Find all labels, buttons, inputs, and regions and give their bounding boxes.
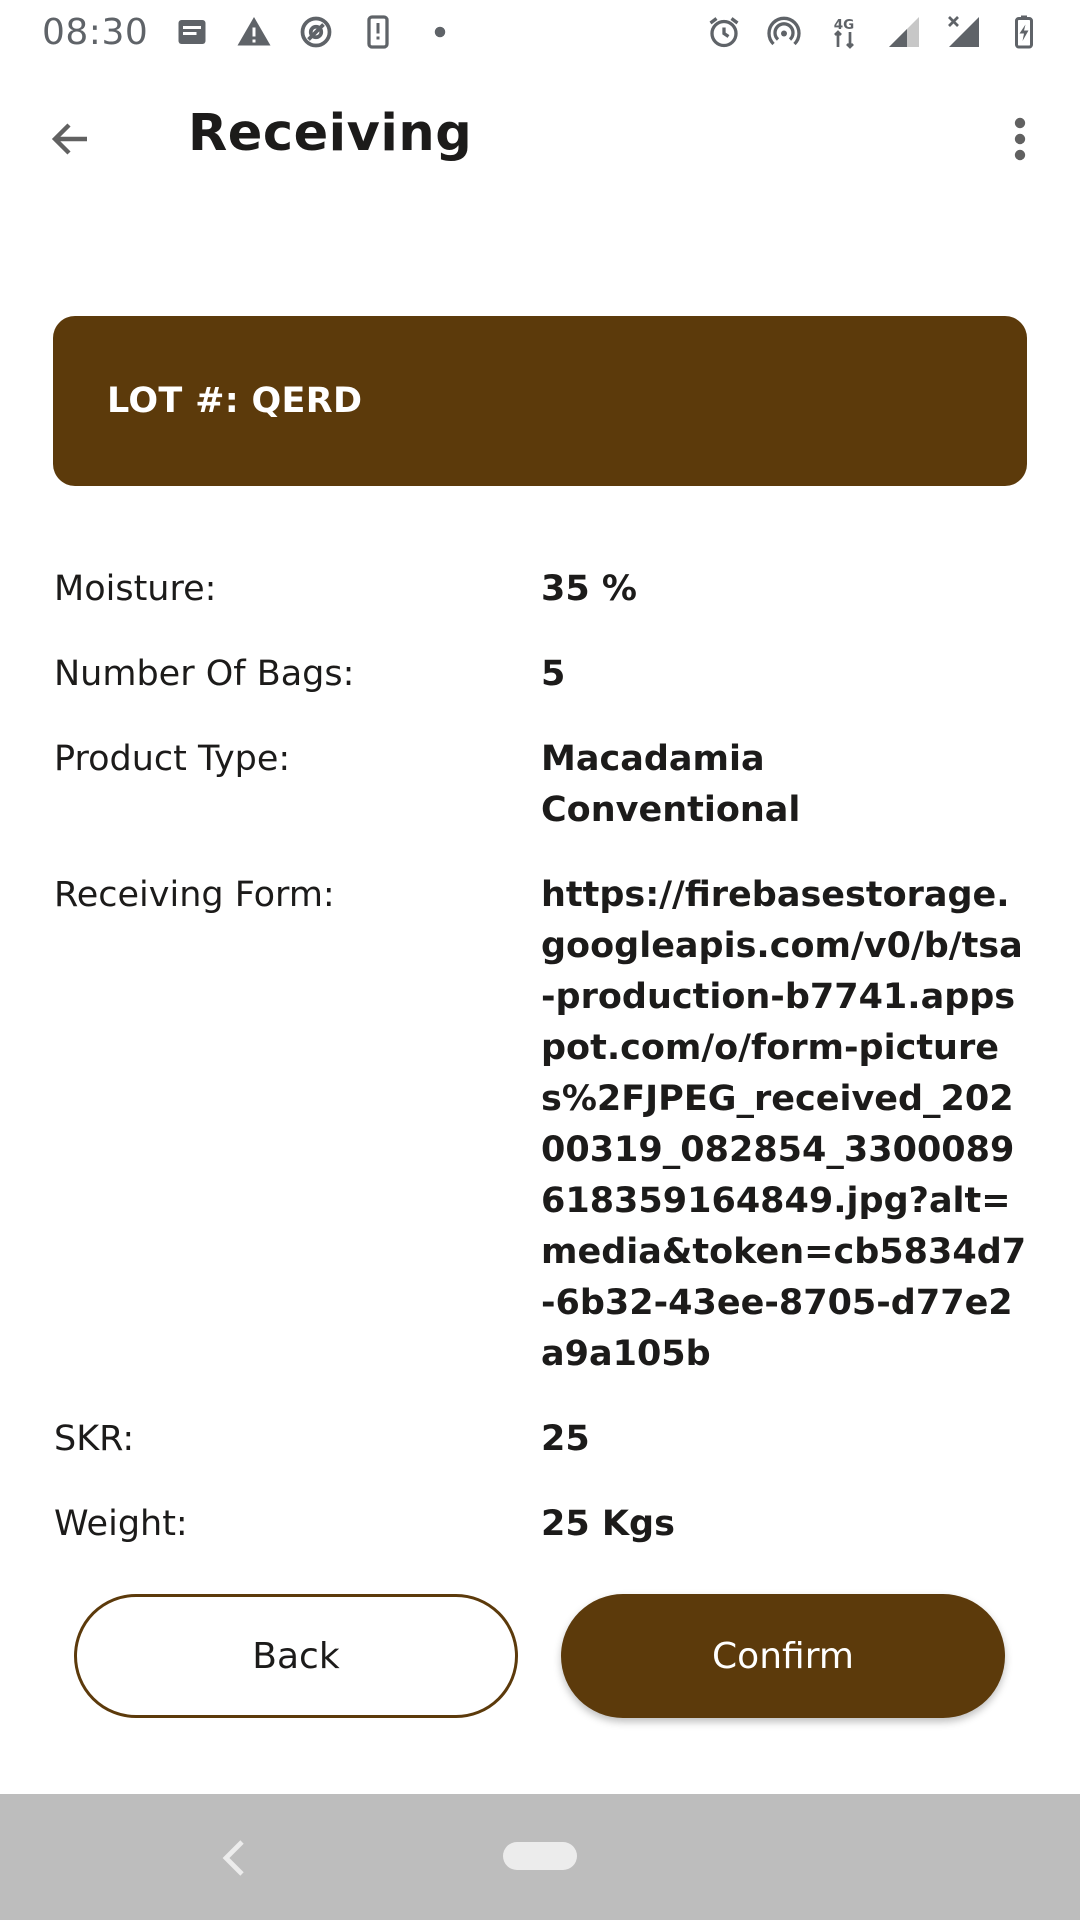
system-back-icon[interactable] <box>214 1834 254 1882</box>
overflow-menu-button[interactable] <box>990 104 1050 174</box>
more-vert-icon <box>1014 117 1026 161</box>
receiving-form-url: https://firebasestorage.googleapis.com/v… <box>541 875 1027 1374</box>
detail-row-number-of-bags: Number Of Bags: 5 <box>54 649 1034 700</box>
signal-strength-icon <box>886 14 922 50</box>
detail-label: Receiving Form: <box>54 875 335 915</box>
status-right: 4G <box>706 14 1080 50</box>
detail-value: 25 Kgs <box>541 1504 675 1544</box>
battery-charging-icon <box>1006 14 1042 50</box>
phone-alert-icon <box>360 14 396 50</box>
detail-label: Number Of Bags: <box>54 654 355 694</box>
detail-row-product-type: Product Type: Macadamia Conventional <box>54 734 1034 836</box>
network-4g-label: 4G <box>834 17 854 33</box>
detail-label: Moisture: <box>54 569 217 609</box>
arrow-left-icon <box>51 123 87 155</box>
detail-row-weight: Weight: 25 Kgs <box>54 1499 1034 1550</box>
back-button[interactable]: Back <box>74 1594 518 1718</box>
detail-value: 5 <box>541 654 566 694</box>
detail-value: 25 <box>541 1419 590 1459</box>
detail-label: Product Type: <box>54 739 291 779</box>
page-title: Receiving <box>188 104 473 163</box>
detail-value: 35 % <box>541 569 637 609</box>
status-left: 08:30 <box>0 12 458 53</box>
app-bar: Receiving <box>0 64 1080 214</box>
lot-banner: LOT #: QERD <box>53 316 1027 486</box>
more-notifications-dot-icon <box>422 14 458 50</box>
alarm-icon <box>706 14 742 50</box>
system-nav-bar <box>0 1794 1080 1920</box>
details-list: Moisture: 35 % Number Of Bags: 5 Product… <box>54 564 1034 1584</box>
detail-row-skr: SKR: 25 <box>54 1414 1034 1465</box>
network-4g-icon: 4G <box>826 14 862 50</box>
detail-row-receiving-form: Receiving Form: https://firebasestorage.… <box>54 870 1034 1380</box>
no-signal-icon <box>946 14 982 50</box>
message-notification-icon <box>174 14 210 50</box>
detail-label: Weight: <box>54 1504 188 1544</box>
detail-label: SKR: <box>54 1419 135 1459</box>
warning-icon <box>236 14 272 50</box>
hotspot-icon <box>766 14 802 50</box>
back-arrow-button[interactable] <box>36 104 106 174</box>
screen: 08:30 4G Receiving LOT #: QERD Moisture:… <box>0 0 1080 1920</box>
confirm-button[interactable]: Confirm <box>561 1594 1005 1718</box>
detail-row-moisture: Moisture: 35 % <box>54 564 1034 615</box>
detail-value: Macadamia Conventional <box>541 739 801 830</box>
at-sign-icon <box>298 14 334 50</box>
status-time: 08:30 <box>42 11 149 53</box>
home-pill-button[interactable] <box>503 1842 577 1870</box>
lot-number: LOT #: QERD <box>107 381 363 421</box>
status-bar: 08:30 4G <box>0 0 1080 64</box>
